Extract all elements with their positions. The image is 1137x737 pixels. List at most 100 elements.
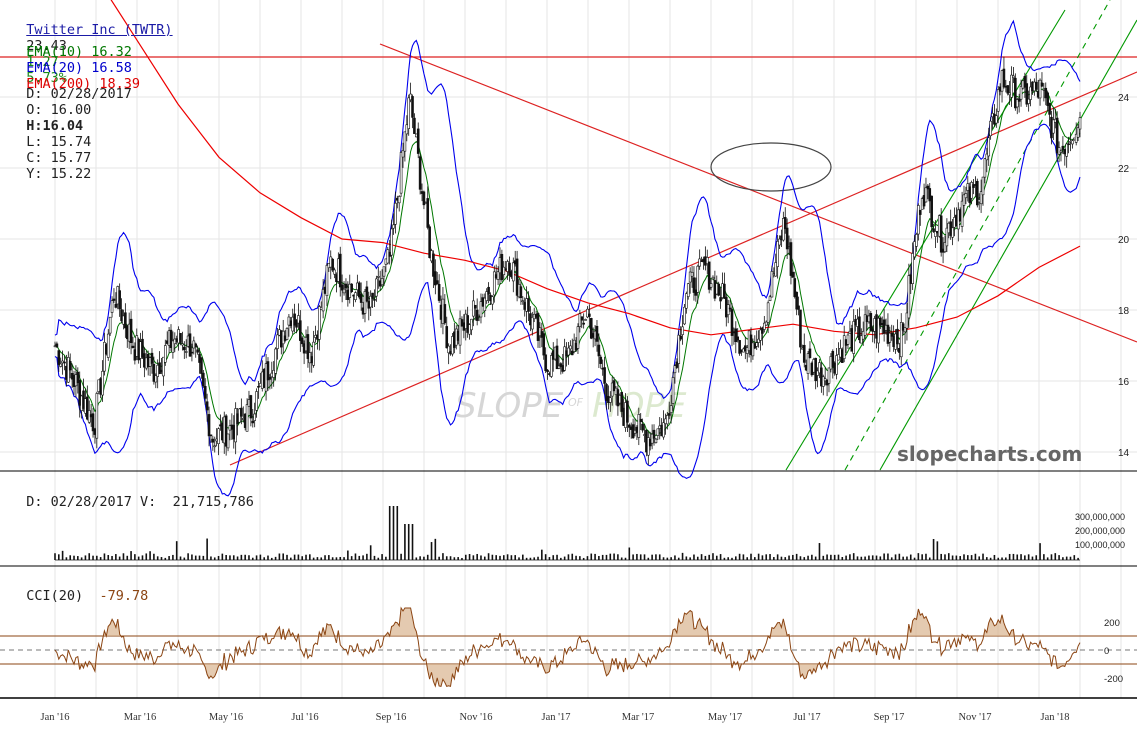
volume-bar xyxy=(757,553,760,560)
candle-body xyxy=(717,283,720,296)
candle-body xyxy=(407,97,411,129)
candle-body xyxy=(996,89,1000,112)
volume-bar xyxy=(487,553,490,560)
candle-body xyxy=(995,115,998,124)
volume-bar xyxy=(297,554,300,560)
candle-body xyxy=(546,369,549,373)
volume-bar xyxy=(217,555,220,560)
candle-body xyxy=(245,404,249,432)
volume-bar xyxy=(917,553,920,560)
volume-bar xyxy=(99,557,102,560)
volume-bar xyxy=(343,557,345,560)
x-tick-label: Mar '16 xyxy=(124,712,157,723)
volume-value: 21,715,786 xyxy=(172,494,254,510)
candle-body xyxy=(344,283,348,289)
candle-body xyxy=(667,413,671,416)
candle-body xyxy=(95,393,99,439)
candle-body xyxy=(312,341,315,366)
candle-body xyxy=(110,300,114,313)
ema200-line xyxy=(110,0,1081,336)
volume-bar xyxy=(715,555,718,560)
candle-body xyxy=(536,313,540,341)
volume-bar xyxy=(1012,553,1015,560)
bar-close: C: 15.77 xyxy=(26,150,92,166)
volume-bar xyxy=(1039,543,1041,560)
volume-bar xyxy=(316,557,319,560)
volume-bar xyxy=(137,556,140,560)
volume-bar xyxy=(107,555,110,560)
candle-body xyxy=(375,278,378,297)
volume-bar xyxy=(187,553,189,560)
volume-bar xyxy=(210,556,212,560)
volume-bar xyxy=(974,553,977,560)
volume-bar xyxy=(898,553,901,560)
volume-bar xyxy=(84,555,87,560)
price-tick-label: 16 xyxy=(1118,377,1130,388)
volume-bar xyxy=(221,553,224,560)
candle-body xyxy=(179,333,182,343)
volume-bar xyxy=(274,556,277,560)
candle-body xyxy=(150,352,154,364)
volume-bar xyxy=(978,556,981,560)
candle-body xyxy=(981,176,985,196)
volume-bar xyxy=(765,554,768,560)
volume-bar xyxy=(426,554,429,560)
volume-bar xyxy=(792,554,794,560)
candle-body xyxy=(426,198,430,228)
candle-body xyxy=(108,316,112,334)
volume-bar xyxy=(1062,557,1064,560)
volume-bar xyxy=(305,554,307,560)
volume-bar xyxy=(324,555,326,560)
volume-bar xyxy=(145,553,148,560)
volume-bar xyxy=(784,557,787,560)
candle-body xyxy=(527,298,530,312)
candle-body xyxy=(249,395,253,419)
volume-bar xyxy=(267,555,269,560)
volume-bar xyxy=(202,555,205,560)
volume-bar xyxy=(160,557,163,560)
volume-bar xyxy=(658,554,661,560)
candle-body xyxy=(376,276,380,278)
volume-bar xyxy=(959,556,961,560)
volume-bar xyxy=(468,554,471,560)
channel-upper-line xyxy=(785,9,1066,471)
volume-bar xyxy=(967,555,969,560)
candle-body xyxy=(1059,150,1063,153)
volume-bar xyxy=(833,554,836,560)
volume-bar xyxy=(830,554,832,560)
volume-bar xyxy=(1008,553,1011,560)
volume-bar xyxy=(96,555,98,560)
candle-body xyxy=(183,346,186,351)
candle-body xyxy=(443,304,447,324)
x-tick-label: Mar '17 xyxy=(622,712,655,723)
volume-bar xyxy=(111,555,113,560)
candle-body xyxy=(470,318,473,331)
candle-body xyxy=(599,356,603,364)
volume-bar xyxy=(868,555,870,560)
volume-bar xyxy=(571,553,574,560)
candle-body xyxy=(1034,81,1038,90)
candle-body xyxy=(983,158,987,178)
price-tick-label: 14 xyxy=(1118,448,1130,459)
channel-mid-line xyxy=(844,0,1111,471)
candle-body xyxy=(418,156,422,190)
volume-bar xyxy=(278,553,281,560)
volume-bar xyxy=(875,555,878,560)
candle-body xyxy=(964,193,968,199)
volume-bar xyxy=(236,556,239,560)
volume-bar xyxy=(750,553,752,560)
volume-bar xyxy=(902,556,904,560)
volume-bar xyxy=(860,556,863,560)
volume-bar xyxy=(194,555,197,560)
x-tick-label: May '17 xyxy=(708,712,742,723)
candle-body xyxy=(205,401,209,411)
candle-body xyxy=(797,305,800,310)
volume-bar xyxy=(704,555,707,560)
candle-body xyxy=(380,278,384,286)
candle-body xyxy=(719,297,722,302)
volume-bar xyxy=(613,553,615,560)
candle-body xyxy=(112,298,116,301)
volume-tick-label: 300,000,000 xyxy=(1075,512,1125,522)
cci-overbought-fill xyxy=(55,608,1080,636)
x-tick-label: Sep '17 xyxy=(874,712,905,723)
